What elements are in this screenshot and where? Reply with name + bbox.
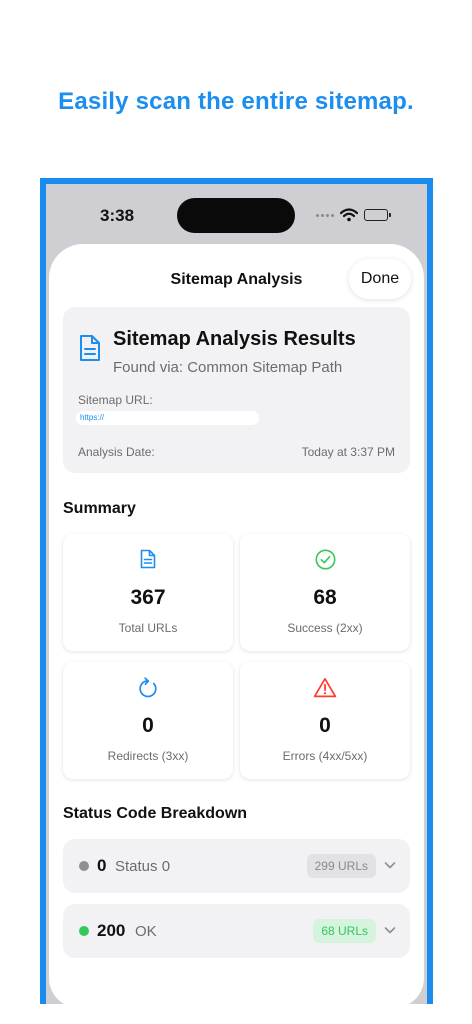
- status-code: 200: [97, 921, 126, 940]
- device-screen: 3:38 Sitemap Analysis Done Sitemap Analy…: [46, 184, 427, 1004]
- stat-card-total-urls: 367 Total URLs: [63, 534, 233, 651]
- stat-card-redirects: 0 Redirects (3xx): [63, 662, 233, 779]
- status-desc: Status 0: [115, 858, 171, 875]
- document-icon: [80, 335, 100, 361]
- done-button[interactable]: Done: [349, 259, 411, 299]
- success-value: 68: [313, 586, 337, 609]
- redirects-value: 0: [142, 714, 154, 737]
- battery-icon: [364, 209, 391, 221]
- status-dot: [79, 861, 89, 871]
- status-desc: OK: [135, 923, 157, 940]
- stat-card-errors: 0 Errors (4xx/5xx): [240, 662, 410, 779]
- errors-label: Errors (4xx/5xx): [282, 749, 368, 763]
- results-title: Sitemap Analysis Results: [113, 328, 356, 350]
- found-via: Found via: Common Sitemap Path: [113, 359, 343, 376]
- url-count-badge: 299 URLs: [306, 854, 376, 878]
- redirects-label: Redirects (3xx): [107, 749, 189, 763]
- results-card: Sitemap Analysis Results Found via: Comm…: [63, 307, 410, 473]
- status-code: 0: [97, 856, 107, 875]
- total-urls-label: Total URLs: [118, 621, 178, 635]
- sitemap-url-label: Sitemap URL:: [78, 393, 153, 407]
- status-dot: [79, 926, 89, 936]
- chevron-down-icon[interactable]: [384, 859, 396, 871]
- analysis-sheet: Sitemap Analysis Done Sitemap Analysis R…: [49, 244, 424, 1004]
- checkmark-circle-icon: [315, 549, 335, 570]
- status-bar: 3:38: [46, 184, 427, 244]
- sitemap-url-link[interactable]: https://: [76, 411, 259, 425]
- dynamic-island: [177, 198, 295, 233]
- status-time: 3:38: [100, 206, 135, 225]
- status-row-0[interactable]: 0 Status 0 299 URLs: [63, 839, 410, 893]
- analysis-date-value: Today at 3:37 PM: [301, 445, 395, 459]
- document-icon: [140, 549, 156, 569]
- summary-title: Summary: [63, 500, 136, 517]
- refresh-icon: [138, 677, 157, 698]
- url-count-badge: 68 URLs: [313, 919, 376, 943]
- wifi-icon: [340, 208, 358, 222]
- breakdown-title: Status Code Breakdown: [63, 805, 248, 822]
- promo-headline: Easily scan the entire sitemap.: [58, 88, 414, 115]
- cellular-signal-icon: [316, 213, 334, 217]
- stat-card-success: 68 Success (2xx): [240, 534, 410, 651]
- warning-icon: [313, 677, 337, 698]
- success-label: Success (2xx): [287, 621, 363, 635]
- status-icons: [316, 208, 391, 222]
- status-row-200[interactable]: 200 OK 68 URLs: [63, 904, 410, 958]
- total-urls-value: 367: [130, 586, 166, 609]
- chevron-down-icon[interactable]: [384, 924, 396, 936]
- analysis-date-label: Analysis Date:: [78, 445, 155, 459]
- errors-value: 0: [319, 714, 331, 737]
